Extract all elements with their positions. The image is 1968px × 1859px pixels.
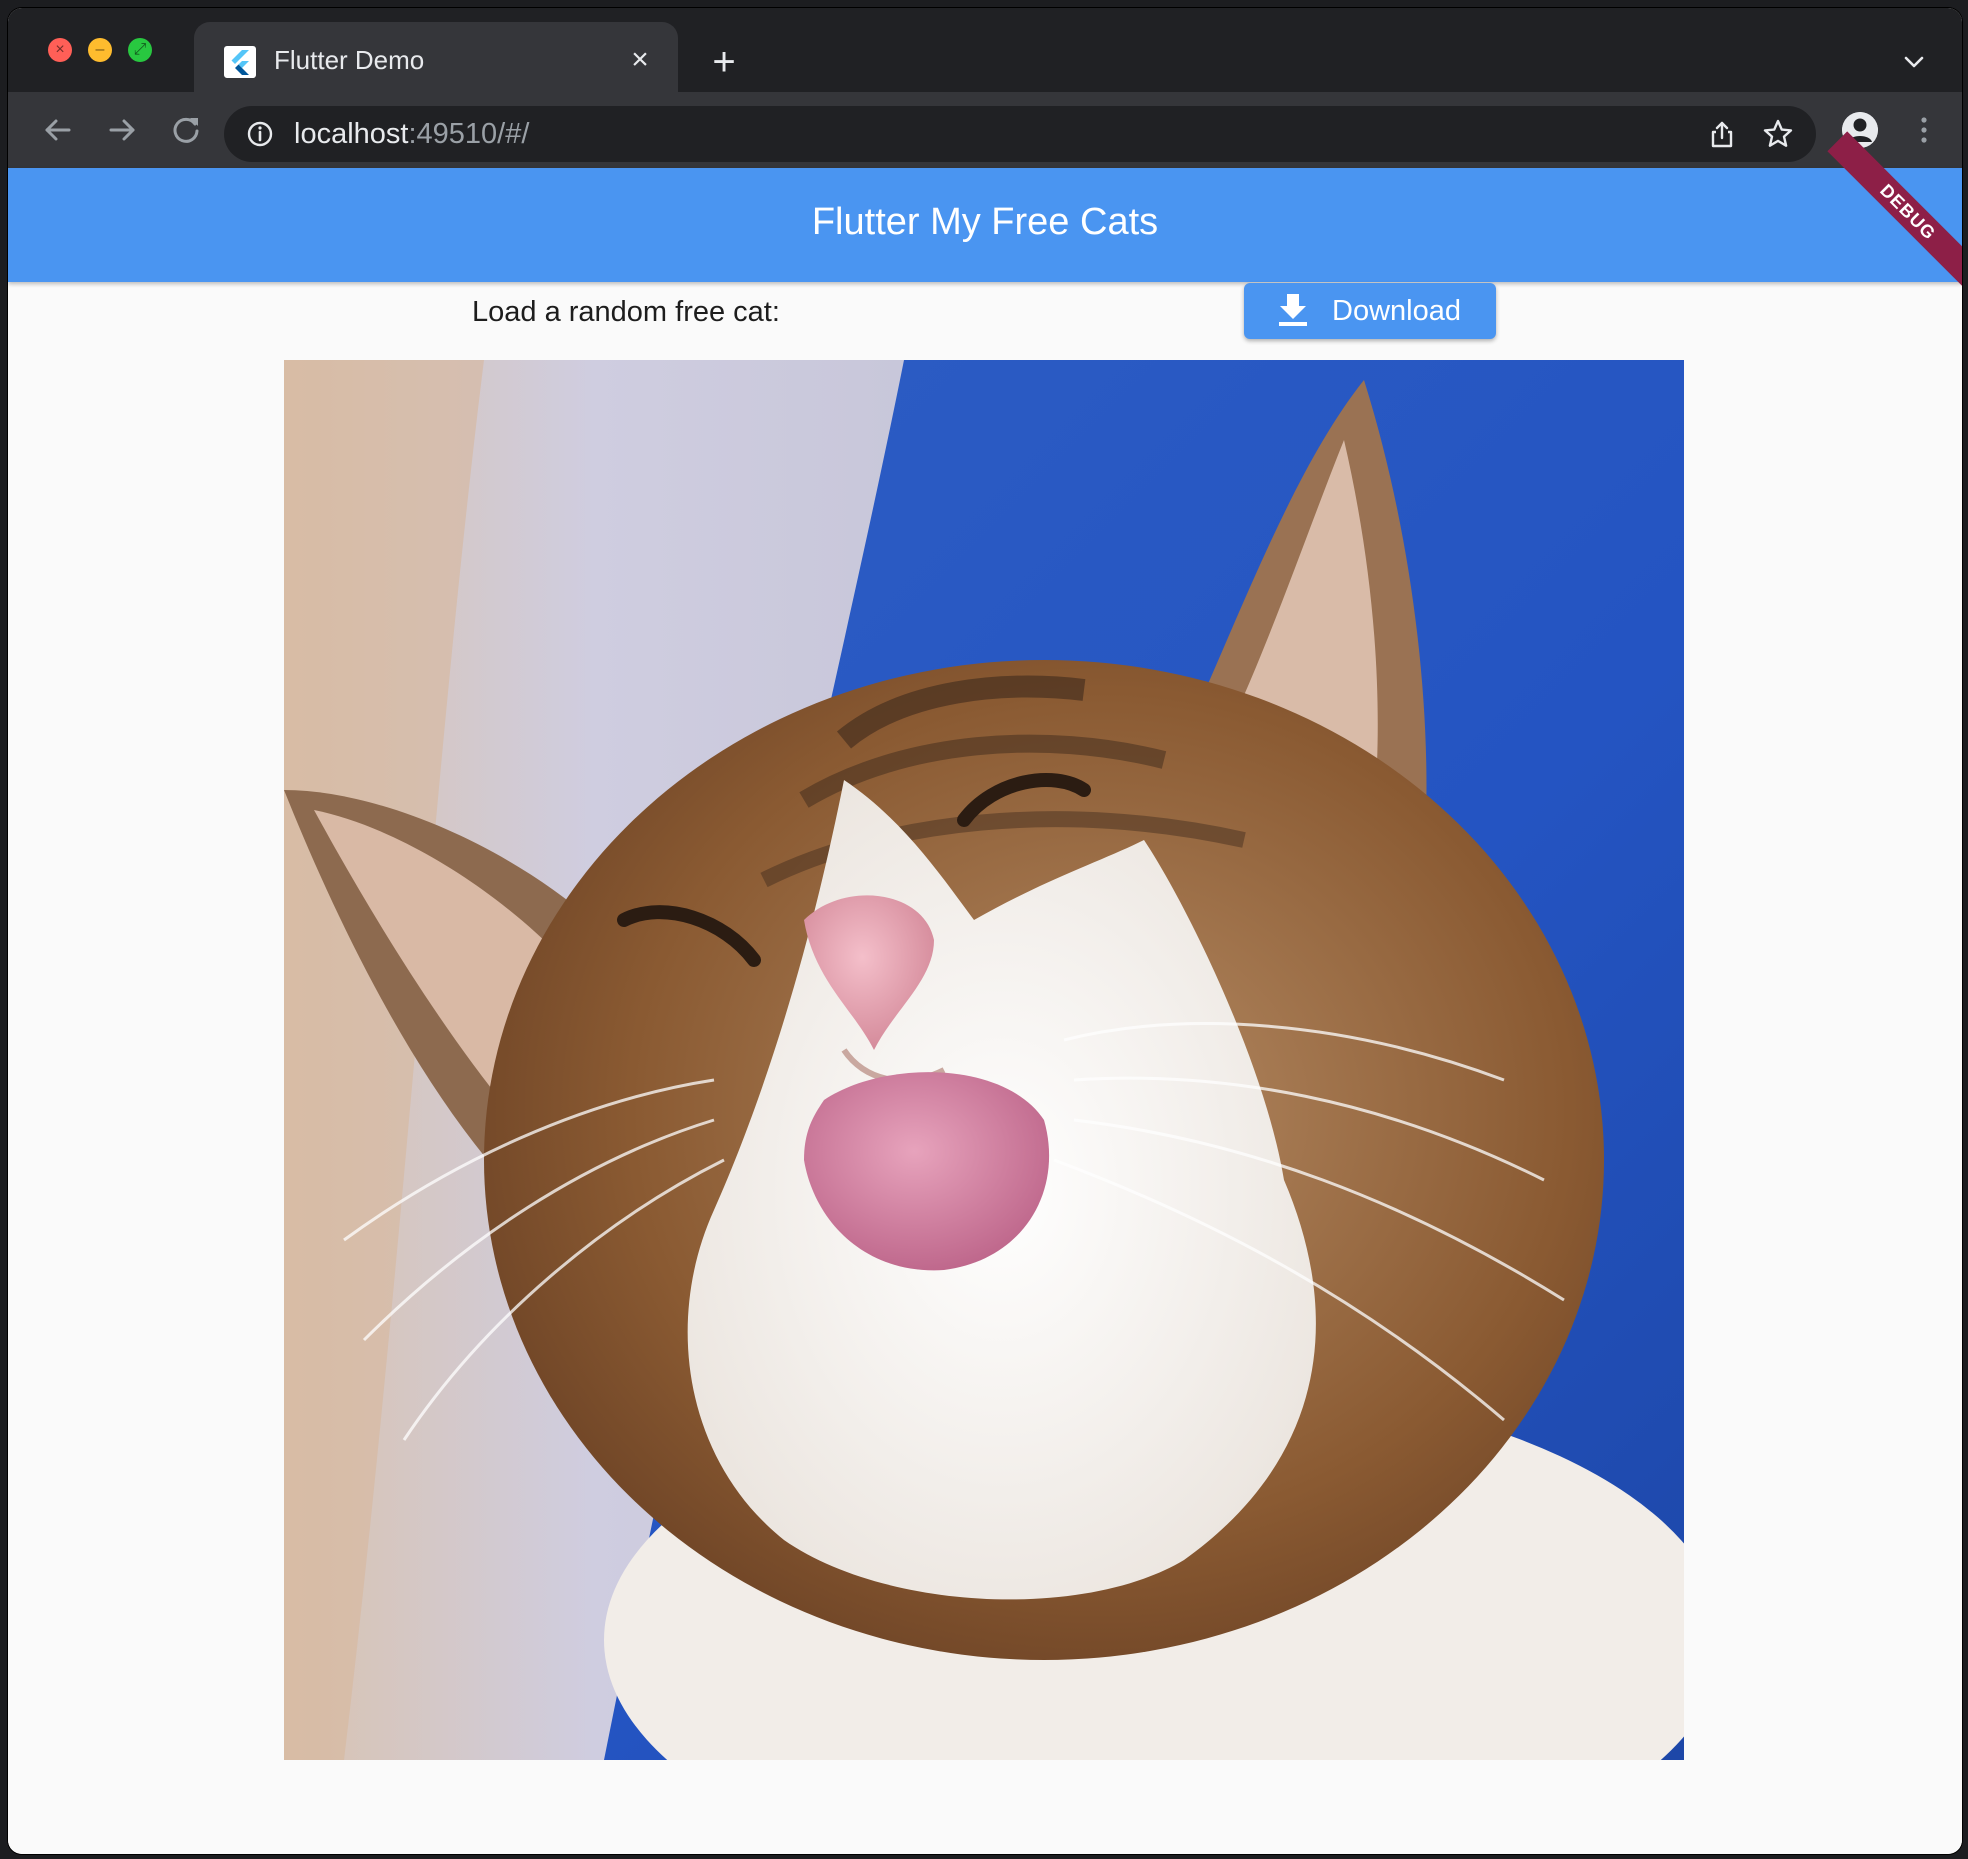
- browser-window: × – ⤢ Flutter Demo × + localhost:49510/#…: [8, 8, 1962, 1854]
- download-button[interactable]: Download: [1244, 283, 1496, 339]
- flutter-logo-icon: [224, 46, 256, 78]
- url-text[interactable]: localhost:49510/#/: [294, 118, 529, 151]
- app-bar: Flutter My Free Cats: [8, 168, 1962, 282]
- close-icon: ×: [55, 41, 65, 58]
- tab-strip: × – ⤢ Flutter Demo × +: [8, 8, 1962, 96]
- maximize-icon: ⤢: [133, 41, 147, 58]
- info-icon[interactable]: [246, 120, 274, 148]
- cat-photo: [284, 360, 1684, 1760]
- tab-flutter-demo[interactable]: Flutter Demo ×: [194, 22, 678, 96]
- url-path: :49510/#/: [408, 118, 530, 150]
- browser-toolbar: localhost:49510/#/: [8, 92, 1962, 168]
- tab-close-icon[interactable]: ×: [624, 44, 656, 76]
- cat-image: [284, 360, 1684, 1760]
- tab-search-chevron-icon[interactable]: [1900, 48, 1928, 76]
- download-button-label: Download: [1332, 295, 1461, 327]
- minimize-icon: –: [95, 41, 105, 58]
- window-close-button[interactable]: ×: [48, 38, 72, 62]
- app-viewport: Flutter My Free Cats DEBUG Load a random…: [8, 131, 1962, 1854]
- kebab-menu-icon[interactable]: [1906, 112, 1942, 148]
- window-minimize-button[interactable]: –: [88, 38, 112, 62]
- reload-icon[interactable]: [168, 112, 204, 148]
- star-icon[interactable]: [1762, 118, 1794, 150]
- back-arrow-icon[interactable]: [40, 112, 76, 148]
- new-tab-button[interactable]: +: [704, 42, 744, 82]
- url-host: localhost: [294, 118, 409, 150]
- tab-title: Flutter Demo: [274, 45, 425, 75]
- address-bar[interactable]: localhost:49510/#/: [224, 106, 1816, 162]
- load-cat-label: Load a random free cat:: [472, 296, 780, 328]
- window-maximize-button[interactable]: ⤢: [128, 38, 152, 62]
- share-icon[interactable]: [1706, 118, 1738, 150]
- download-icon: [1279, 294, 1307, 326]
- forward-arrow-icon[interactable]: [104, 112, 140, 148]
- page-title: Flutter My Free Cats: [811, 201, 1159, 243]
